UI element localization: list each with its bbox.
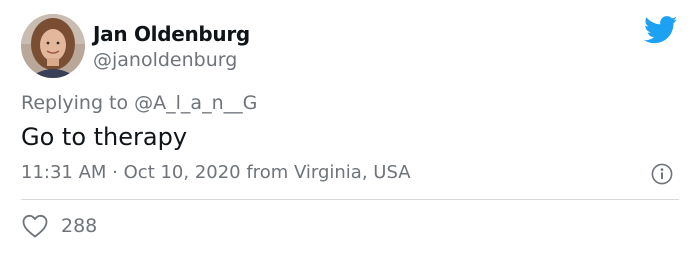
replying-to-label: Replying to: [21, 92, 135, 114]
avatar[interactable]: [21, 14, 85, 78]
tweet-text: Go to therapy: [21, 123, 188, 151]
source-prefix: from: [240, 162, 294, 183]
replying-to: Replying to @A_l_a_n__G: [21, 91, 257, 115]
like-count: 288: [61, 215, 98, 237]
tweet-time[interactable]: 11:31 AM: [21, 162, 106, 183]
info-icon[interactable]: [651, 163, 673, 185]
like-button[interactable]: 288: [21, 212, 97, 240]
author-handle[interactable]: @janoldenburg: [93, 48, 237, 72]
tweet-date[interactable]: Oct 10, 2020: [124, 162, 241, 183]
meta-separator: ·: [106, 162, 124, 183]
tweet-location[interactable]: Virginia, USA: [294, 162, 411, 183]
divider: [21, 199, 679, 200]
heart-icon: [22, 214, 48, 238]
avatar-photo: [21, 14, 85, 78]
tweet-meta: 11:31 AM · Oct 10, 2020 from Virginia, U…: [21, 161, 411, 185]
reply-mention-link[interactable]: @A_l_a_n__G: [134, 92, 257, 114]
author-display-name[interactable]: Jan Oldenburg: [93, 21, 250, 47]
twitter-bird-icon[interactable]: [644, 16, 678, 44]
tweet-card: Jan Oldenburg @janoldenburg Replying to …: [0, 0, 700, 253]
